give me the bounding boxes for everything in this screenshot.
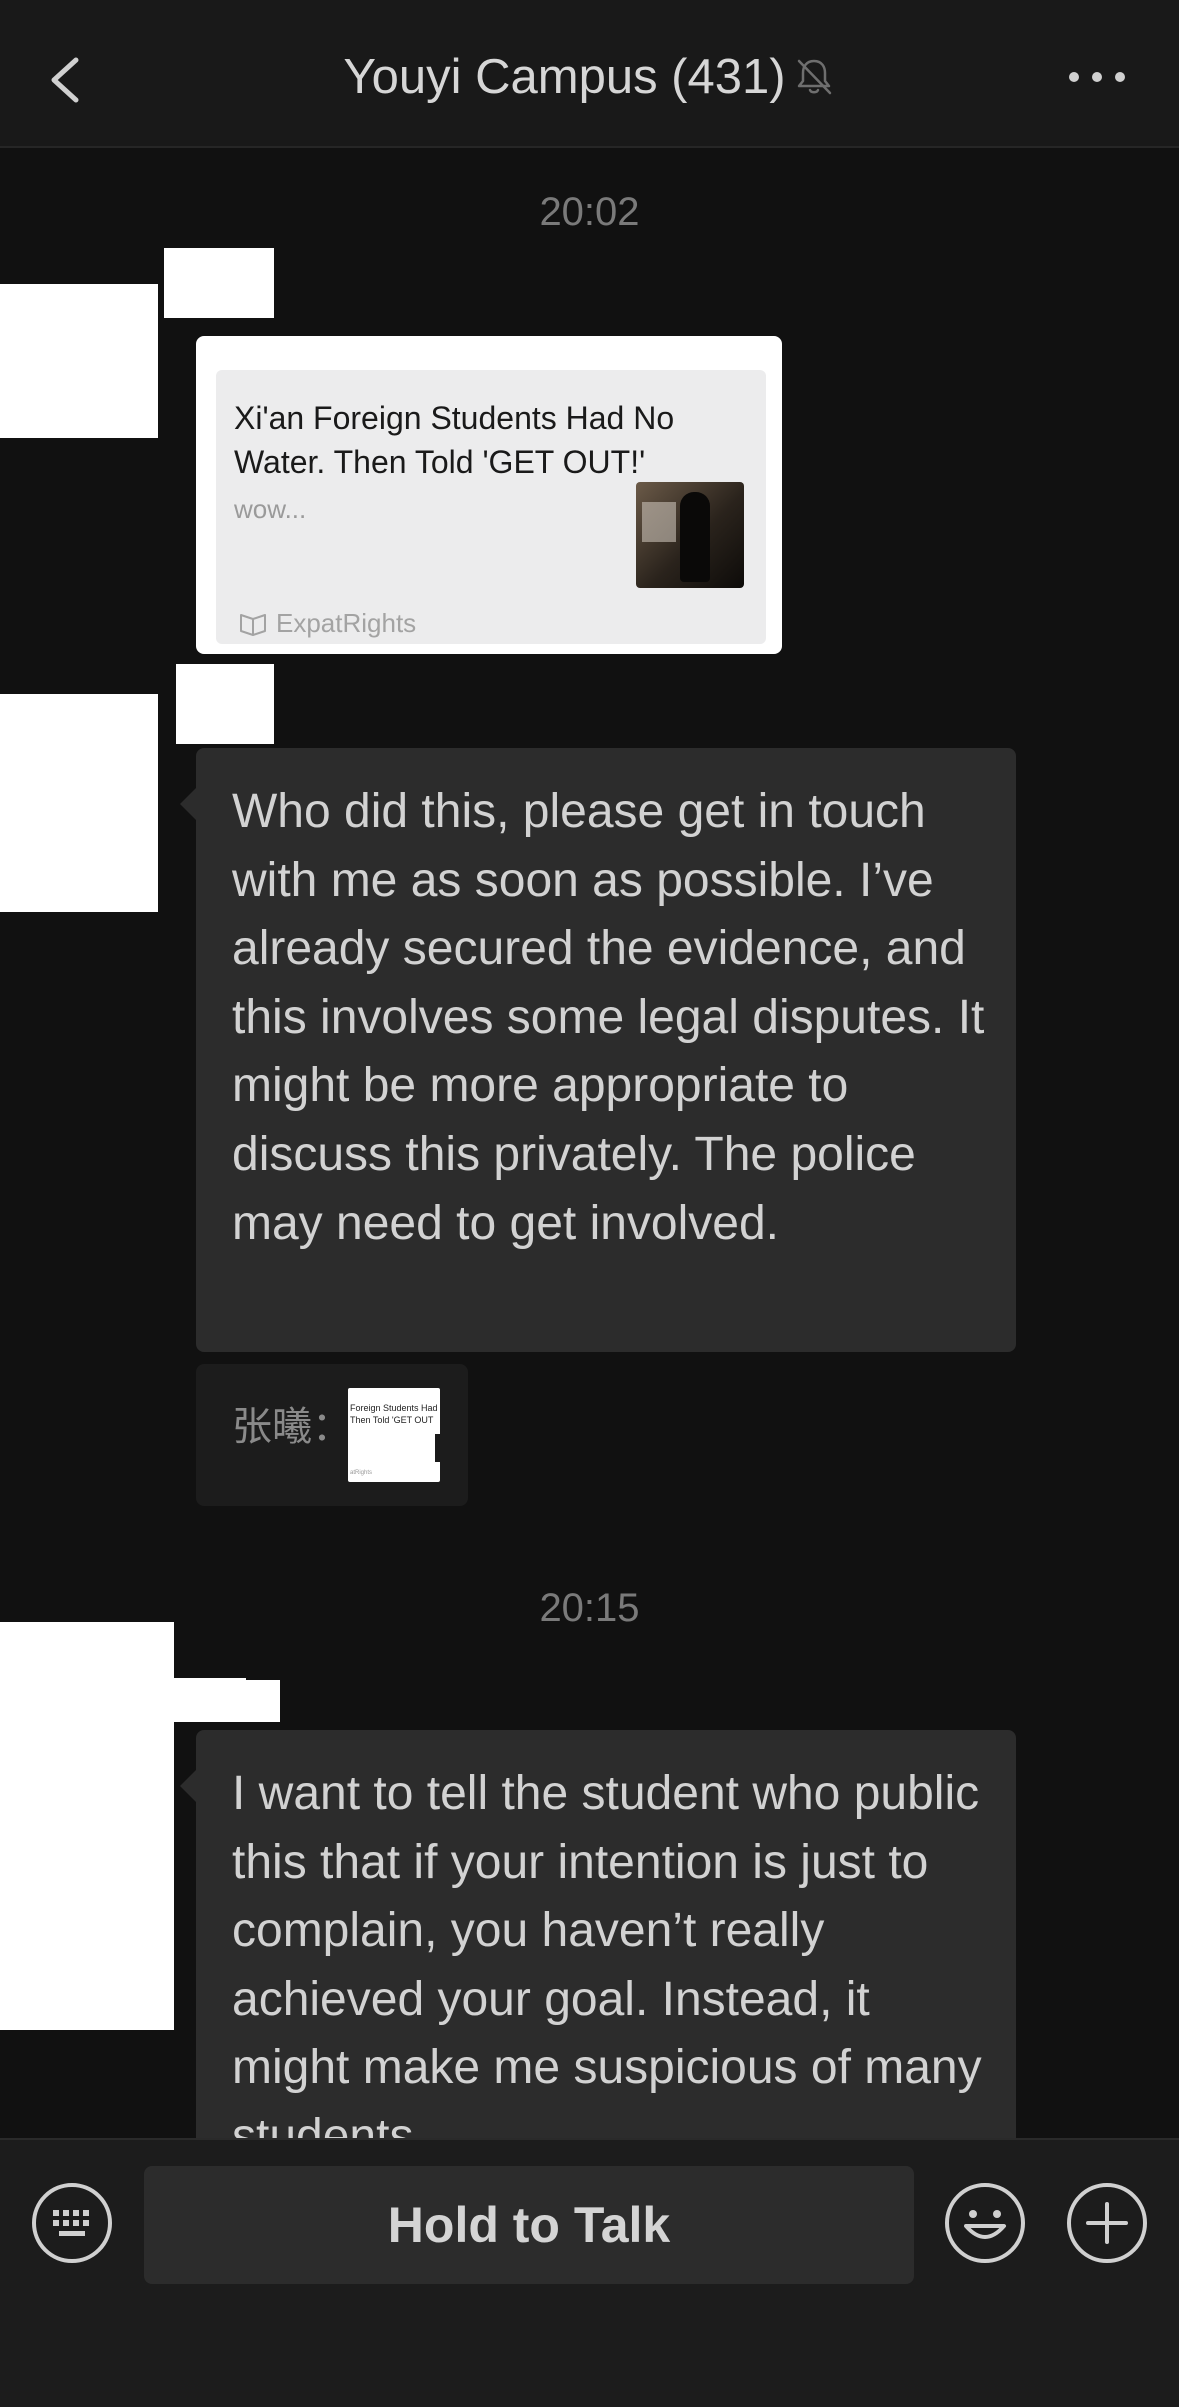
sender-name-redacted [166, 1680, 280, 1722]
emoji-button[interactable] [944, 2182, 1026, 2264]
sender-name-redacted [164, 248, 274, 318]
message-text: I want to tell the student who public th… [232, 1767, 982, 2138]
sender-name-redacted [176, 664, 274, 744]
quote-thumbnail-source: atRights [350, 1470, 373, 1476]
emoji-icon [945, 2183, 1025, 2263]
chat-screen: Youyi Campus (431) 20:02 Xi'an Foreign S… [0, 0, 1179, 2407]
quote-thumbnail: Foreign Students Had Then Told 'GET OUT … [348, 1388, 440, 1482]
link-card-body: Xi'an Foreign Students Had No Water. The… [216, 370, 766, 644]
timestamp: 20:15 [539, 1586, 640, 1630]
bell-muted-icon [797, 59, 831, 95]
more-actions-button[interactable] [1066, 2182, 1148, 2264]
text-message-bubble[interactable]: I want to tell the student who public th… [180, 1730, 1016, 2138]
link-card-thumbnail [636, 482, 744, 588]
chat-title-bar: Youyi Campus (431) [0, 44, 1179, 110]
text-message-bubble[interactable]: Who did this, please get in touch with m… [180, 748, 1016, 1352]
more-dots-icon [1069, 72, 1125, 82]
avatar-redacted [0, 694, 158, 912]
quote-thumbnail-title: Foreign Students Had Then Told 'GET OUT [350, 1403, 438, 1425]
chat-title: Youyi Campus (431) [343, 50, 786, 104]
link-card-title: Xi'an Foreign Students Had No Water. The… [234, 400, 675, 480]
chat-header: Youyi Campus (431) [0, 0, 1179, 148]
timestamp: 20:02 [539, 190, 640, 234]
official-account-icon [240, 613, 266, 636]
quote-sender-name: 张曦： [232, 1405, 352, 1449]
keyboard-toggle-button[interactable] [31, 2182, 113, 2264]
link-card-source-name: ExpatRights [276, 608, 417, 638]
quoted-message[interactable]: 张曦： Foreign Students Had Then Told 'GET … [196, 1364, 468, 1506]
plus-icon [1067, 2183, 1147, 2263]
avatar-redacted [0, 284, 158, 438]
link-card-description: wow... [234, 494, 307, 524]
avatar-redacted [0, 1622, 174, 2030]
more-options-button[interactable] [1067, 62, 1127, 92]
link-card-source: ExpatRights [238, 608, 416, 639]
keyboard-icon [32, 2183, 112, 2263]
hold-to-talk-button[interactable]: Hold to Talk [144, 2166, 914, 2284]
message-list[interactable]: 20:02 Xi'an Foreign Students Had No Wate… [0, 148, 1179, 2138]
input-bar: Hold to Talk [0, 2138, 1179, 2407]
link-card-message[interactable]: Xi'an Foreign Students Had No Water. The… [196, 336, 782, 654]
message-text: Who did this, please get in touch with m… [232, 785, 985, 1250]
